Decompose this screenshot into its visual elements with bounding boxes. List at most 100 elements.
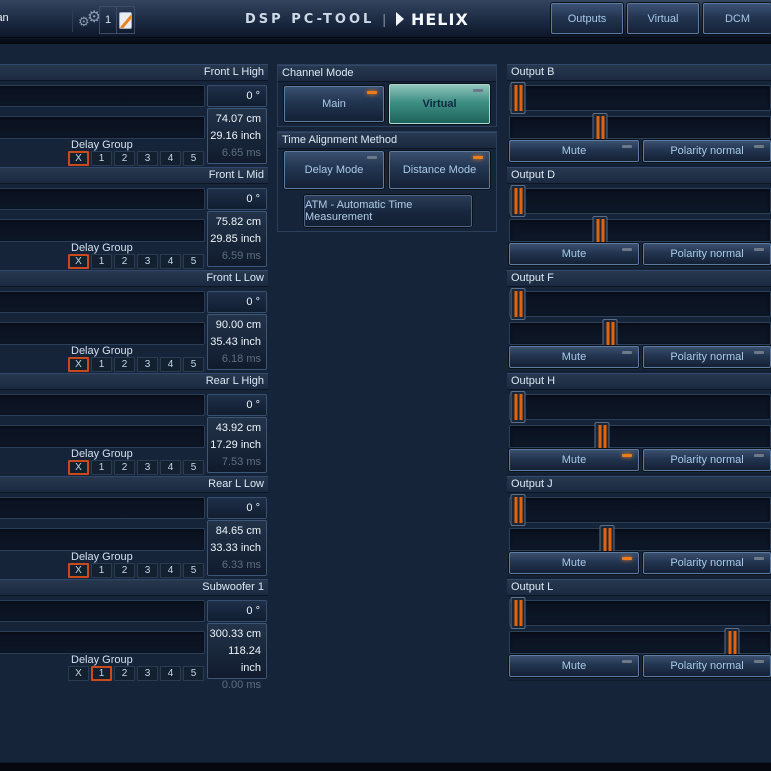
mute-button[interactable]: Mute: [509, 449, 639, 471]
delay-group-button-x[interactable]: X: [68, 666, 89, 681]
nav-dcm-button[interactable]: DCM: [703, 3, 771, 34]
slider-handle[interactable]: [510, 391, 525, 423]
mute-button[interactable]: Mute: [509, 552, 639, 574]
delay-group-button-x[interactable]: X: [68, 151, 89, 166]
output-slider-track-2[interactable]: [509, 219, 771, 242]
delay-group-button-2[interactable]: 2: [114, 357, 135, 372]
slider-handle[interactable]: [510, 597, 525, 629]
output-slider-track-2[interactable]: [509, 116, 771, 139]
output-slider-track-2[interactable]: [509, 528, 771, 551]
angle-value-field[interactable]: 0 °: [207, 497, 267, 519]
mute-button[interactable]: Mute: [509, 140, 639, 162]
delay-group-button-2[interactable]: 2: [114, 254, 135, 269]
angle-value-field[interactable]: 0 °: [207, 394, 267, 416]
delay-group-button-3[interactable]: 3: [137, 254, 158, 269]
polarity-button[interactable]: Polarity normal: [643, 449, 771, 471]
slider-handle[interactable]: [595, 422, 610, 451]
distance-slider-track[interactable]: [0, 116, 205, 139]
mute-button[interactable]: Mute: [509, 243, 639, 265]
slider-handle[interactable]: [600, 525, 615, 554]
delay-group-button-2[interactable]: 2: [114, 460, 135, 475]
main-mode-button[interactable]: Main: [284, 86, 384, 122]
mute-button[interactable]: Mute: [509, 655, 639, 677]
slider-handle[interactable]: [725, 628, 740, 657]
output-slider-track-1[interactable]: [509, 85, 771, 111]
polarity-button[interactable]: Polarity normal: [643, 243, 771, 265]
delay-slider-track[interactable]: [0, 394, 205, 416]
delay-group-button-x[interactable]: X: [68, 563, 89, 578]
distance-slider-track[interactable]: [0, 425, 205, 448]
delay-group-button-3[interactable]: 3: [137, 460, 158, 475]
polarity-button[interactable]: Polarity normal: [643, 552, 771, 574]
angle-value-field[interactable]: 0 °: [207, 188, 267, 210]
angle-value-field[interactable]: 0 °: [207, 85, 267, 107]
polarity-button[interactable]: Polarity normal: [643, 140, 771, 162]
mute-button[interactable]: Mute: [509, 346, 639, 368]
output-slider-track-1[interactable]: [509, 600, 771, 626]
delay-group-button-5[interactable]: 5: [183, 563, 204, 578]
atm-button[interactable]: ATM - Automatic Time Measurement: [304, 195, 472, 227]
slider-handle[interactable]: [593, 113, 608, 142]
distance-slider-track[interactable]: [0, 528, 205, 551]
delay-group-button-1[interactable]: 1: [91, 357, 112, 372]
delay-group-button-1[interactable]: 1: [91, 666, 112, 681]
angle-value-field[interactable]: 0 °: [207, 291, 267, 313]
slider-handle[interactable]: [510, 288, 525, 320]
delay-group-button-3[interactable]: 3: [137, 357, 158, 372]
slider-handle[interactable]: [510, 82, 525, 114]
output-slider-track-1[interactable]: [509, 291, 771, 317]
slider-handle[interactable]: [593, 216, 608, 245]
output-slider-track-1[interactable]: [509, 497, 771, 523]
delay-group-button-5[interactable]: 5: [183, 357, 204, 372]
distance-mode-button[interactable]: Distance Mode: [389, 151, 490, 189]
delay-group-button-3[interactable]: 3: [137, 666, 158, 681]
delay-group-button-1[interactable]: 1: [91, 254, 112, 269]
delay-group-button-2[interactable]: 2: [114, 666, 135, 681]
delay-group-button-3[interactable]: 3: [137, 151, 158, 166]
distance-slider-track[interactable]: [0, 322, 205, 345]
delay-group-button-4[interactable]: 4: [160, 666, 181, 681]
delay-group-button-3[interactable]: 3: [137, 563, 158, 578]
distance-slider-track[interactable]: [0, 631, 205, 654]
delay-group-button-2[interactable]: 2: [114, 563, 135, 578]
delay-mode-button[interactable]: Delay Mode: [284, 151, 384, 189]
device-number-cell[interactable]: 1: [100, 7, 117, 33]
delay-group-button-1[interactable]: 1: [91, 460, 112, 475]
distance-slider-track[interactable]: [0, 219, 205, 242]
delay-slider-track[interactable]: [0, 291, 205, 313]
virtual-mode-button[interactable]: Virtual: [389, 84, 490, 124]
delay-group-button-5[interactable]: 5: [183, 666, 204, 681]
output-slider-track-2[interactable]: [509, 322, 771, 345]
delay-group-button-x[interactable]: X: [68, 357, 89, 372]
delay-group-button-4[interactable]: 4: [160, 254, 181, 269]
delay-slider-track[interactable]: [0, 600, 205, 622]
delay-group-button-4[interactable]: 4: [160, 151, 181, 166]
delay-group-button-1[interactable]: 1: [91, 151, 112, 166]
output-slider-track-2[interactable]: [509, 425, 771, 448]
delay-group-button-4[interactable]: 4: [160, 563, 181, 578]
edit-preset-cell[interactable]: [117, 7, 134, 33]
delay-group-button-2[interactable]: 2: [114, 151, 135, 166]
delay-group-button-x[interactable]: X: [68, 460, 89, 475]
delay-group-button-5[interactable]: 5: [183, 254, 204, 269]
delay-group-button-x[interactable]: X: [68, 254, 89, 269]
delay-group-button-5[interactable]: 5: [183, 151, 204, 166]
delay-slider-track[interactable]: [0, 85, 205, 107]
output-slider-track-1[interactable]: [509, 394, 771, 420]
angle-value-field[interactable]: 0 °: [207, 600, 267, 622]
delay-slider-track[interactable]: [0, 188, 205, 210]
delay-group-button-4[interactable]: 4: [160, 460, 181, 475]
nav-virtual-button[interactable]: Virtual: [627, 3, 699, 34]
polarity-button[interactable]: Polarity normal: [643, 655, 771, 677]
delay-group-button-1[interactable]: 1: [91, 563, 112, 578]
output-slider-track-2[interactable]: [509, 631, 771, 654]
nav-outputs-button[interactable]: Outputs: [551, 3, 623, 34]
slider-handle[interactable]: [603, 319, 618, 348]
output-slider-track-1[interactable]: [509, 188, 771, 214]
delay-group-button-4[interactable]: 4: [160, 357, 181, 372]
delay-slider-track[interactable]: [0, 497, 205, 519]
polarity-button[interactable]: Polarity normal: [643, 346, 771, 368]
slider-handle[interactable]: [510, 494, 525, 526]
slider-handle[interactable]: [510, 185, 525, 217]
delay-group-button-5[interactable]: 5: [183, 460, 204, 475]
